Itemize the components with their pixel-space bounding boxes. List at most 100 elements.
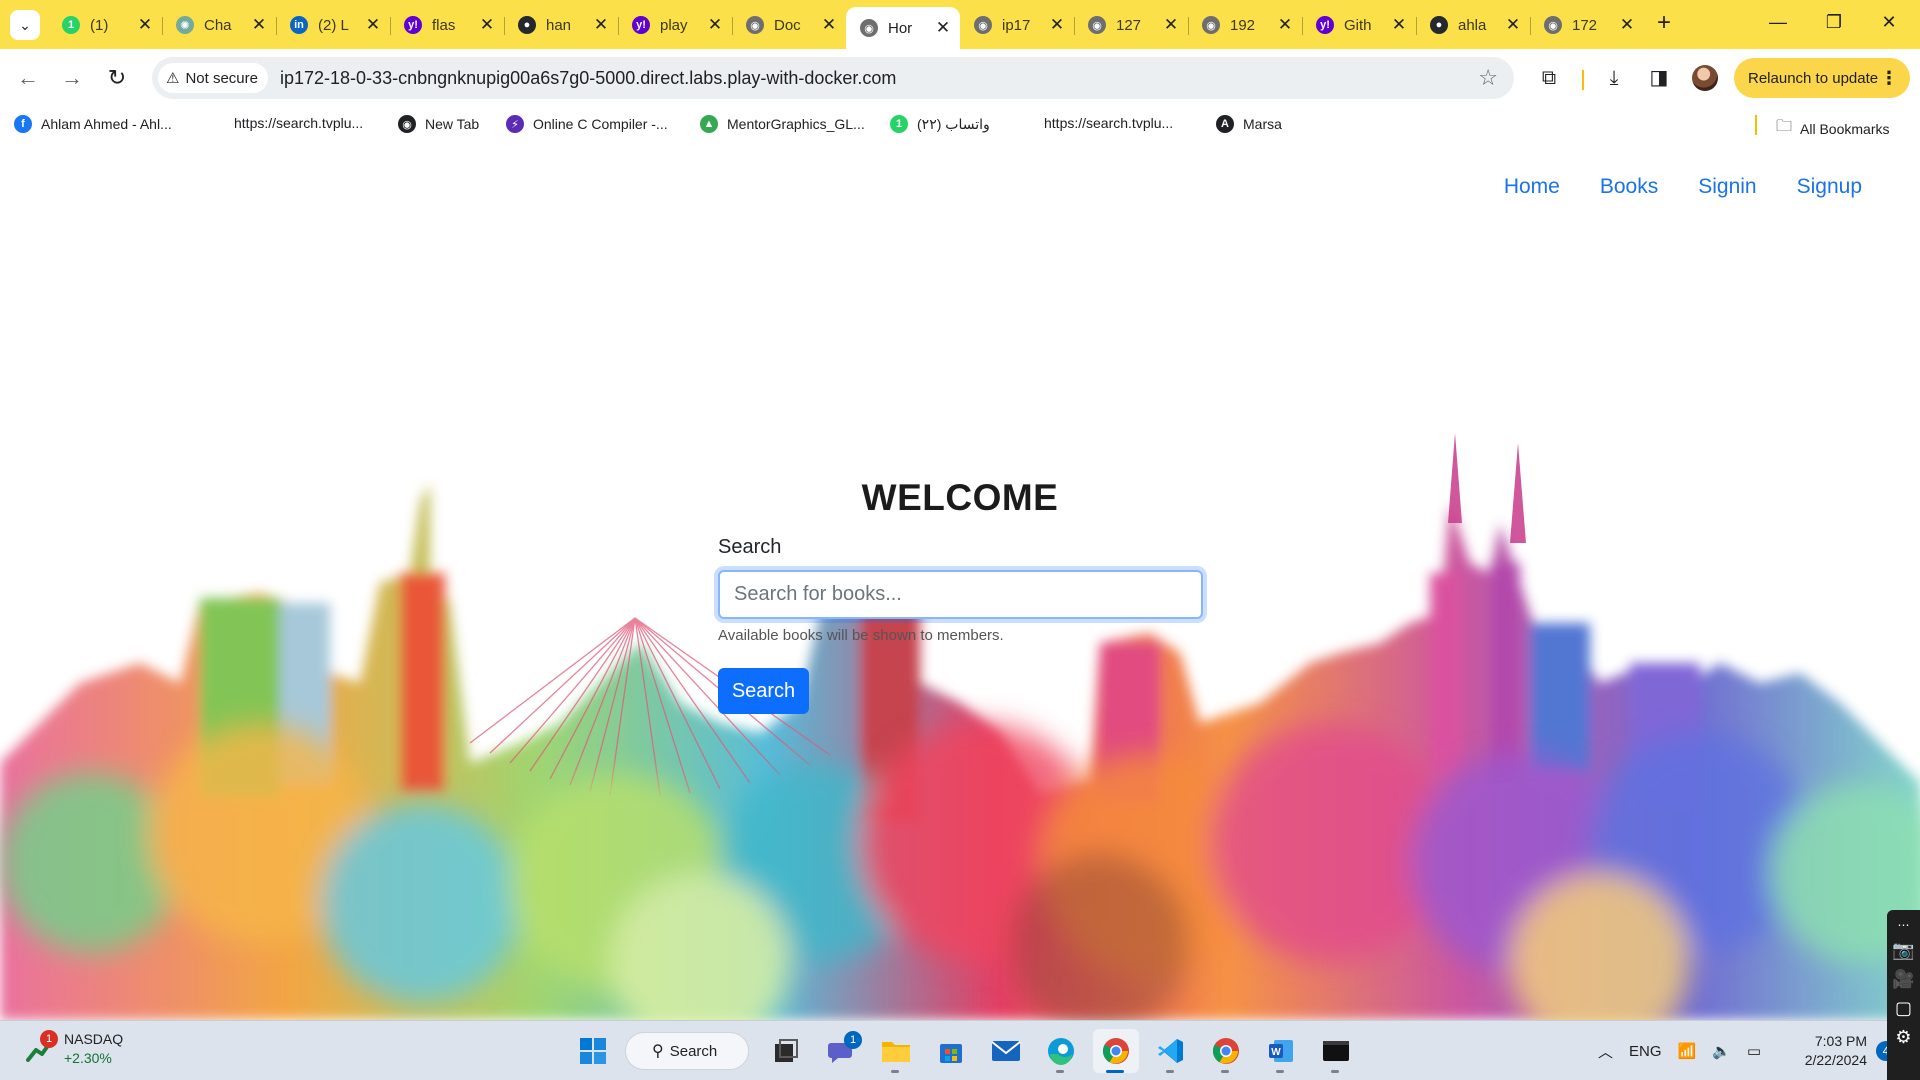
teams-chat-icon[interactable]: 1 [818,1029,864,1073]
tab-close-icon[interactable]: ✕ [592,15,610,35]
extensions-puzzle-icon[interactable]: ⧉ [1533,62,1565,94]
globe-icon: ◉ [1088,16,1106,34]
browser-tab[interactable]: in (2) L ✕ [276,7,390,43]
facebook-icon: f [14,115,32,133]
clock[interactable]: 7:03 PM 2/22/2024 [1795,1032,1867,1070]
browser-tab[interactable]: y! flas ✕ [390,7,504,43]
bookmark-item[interactable]: 1 واتساب (٢٢) [890,115,990,133]
widget-menu-icon[interactable]: ⋯ [1887,918,1920,932]
nav-link-books[interactable]: Books [1600,175,1658,199]
browser-tab[interactable]: ◉ Doc ✕ [732,7,846,43]
browser-tab[interactable]: ● ahla ✕ [1416,7,1530,43]
browser-tab[interactable]: 1 (1) ✕ [48,7,162,43]
security-chip[interactable]: ⚠ Not secure [158,63,268,93]
new-tab-plus-icon[interactable]: + [1650,10,1678,38]
tab-close-icon[interactable]: ✕ [1618,15,1636,35]
download-icon[interactable]: ⤓ [1598,62,1630,94]
bookmark-label: New Tab [425,116,480,132]
bookmark-item[interactable]: ◉ New Tab [398,115,479,133]
url-text[interactable]: ip172-18-0-33-cnbngnknupig00a6s7g0-5000.… [280,68,896,89]
browser-tab[interactable]: ◉ 172 ✕ [1530,7,1644,43]
stock-chart-icon: 1 [26,1030,58,1064]
tab-close-icon[interactable]: ✕ [706,15,724,35]
tab-close-icon[interactable]: ✕ [1048,15,1066,35]
security-label: Not secure [185,69,258,87]
bookmark-item[interactable]: A Marsa [1216,115,1282,133]
globe-icon: ◉ [1544,16,1562,34]
nav-link-signup[interactable]: Signup [1797,175,1862,199]
file-explorer-icon[interactable] [873,1029,919,1073]
browser-tab[interactable]: ◉ ip17 ✕ [960,7,1074,43]
tab-close-icon[interactable]: ✕ [478,15,496,35]
browser-tab[interactable]: y! Gith ✕ [1302,7,1416,43]
browser-tab[interactable]: ◉ 127 ✕ [1074,7,1188,43]
task-view-icon[interactable] [763,1029,809,1073]
record-icon[interactable]: 🎥 [1887,969,1920,990]
chrome-profile-icon[interactable] [1203,1029,1249,1073]
tab-close-icon[interactable]: ✕ [1504,15,1522,35]
bookmark-item[interactable]: ▲ MentorGraphics_GL... [700,115,865,133]
chrome-icon[interactable] [1093,1029,1139,1073]
battery-icon[interactable]: ▭ [1747,1042,1761,1060]
tab-list: 1 (1) ✕ ✺ Cha ✕ in (2) L ✕ y! flas ✕ ● han ✕ y! play ✕ ◉ Do… [48,7,1644,49]
word-icon[interactable]: W [1258,1029,1304,1073]
camera-icon[interactable]: 📷 [1887,940,1920,961]
tab-close-icon[interactable]: ✕ [1162,15,1180,35]
address-bar[interactable]: ⚠ Not secure ip172-18-0-33-cnbngnknupig0… [152,57,1514,99]
forward-arrow-icon[interactable]: → [56,62,88,94]
microsoft-store-icon[interactable] [928,1029,974,1073]
bookmark-star-icon[interactable]: ☆ [1478,65,1498,91]
bookmark-label: Marsa [1243,116,1282,132]
tab-close-icon[interactable]: ✕ [1390,15,1408,35]
tab-close-icon[interactable]: ✕ [820,15,838,35]
side-panel-icon[interactable]: ◨ [1643,62,1675,94]
minimize-icon[interactable]: — [1755,12,1801,33]
bookmark-item[interactable]: ⚡ Online C Compiler -... [506,115,668,133]
vscode-icon[interactable] [1148,1029,1194,1073]
tab-close-icon[interactable]: ✕ [1276,15,1294,35]
close-window-icon[interactable]: ✕ [1866,12,1912,33]
mail-icon[interactable] [983,1029,1029,1073]
settings-gear-icon[interactable]: ⚙ [1887,1027,1920,1048]
globe-icon: ◉ [974,16,992,34]
tab-close-icon[interactable]: ✕ [934,18,952,38]
wifi-icon[interactable]: 📶 [1678,1042,1697,1060]
browser-tab[interactable]: ✺ Cha ✕ [162,7,276,43]
nav-link-home[interactable]: Home [1504,175,1560,199]
bookmark-item[interactable]: https://search.tvplu... [234,115,363,131]
tab-search-chevron-icon[interactable]: ⌄ [10,10,40,40]
profile-avatar[interactable] [1692,65,1718,91]
tab-title: ahla [1458,16,1487,34]
chevron-up-icon[interactable]: ︿ [1598,1041,1613,1062]
book-search-input[interactable] [718,570,1203,619]
whatsapp-icon: 1 [62,16,80,34]
tab-close-icon[interactable]: ✕ [136,15,154,35]
language-indicator[interactable]: ENG [1629,1043,1662,1060]
edge-icon[interactable] [1038,1029,1084,1073]
tab-title: Doc [774,16,801,34]
terminal-icon[interactable] [1313,1029,1359,1073]
browser-tab[interactable]: ● han ✕ [504,7,618,43]
search-button[interactable]: Search [718,668,809,714]
browser-tab[interactable]: ◉ Hor ✕ [846,7,960,49]
relaunch-to-update-button[interactable]: Relaunch to update ⋮ [1734,58,1910,98]
window-icon[interactable]: ▢ [1887,998,1920,1019]
all-bookmarks[interactable]: 🗀 All Bookmarks [1776,115,1889,142]
back-arrow-icon[interactable]: ← [12,62,44,94]
stock-widget[interactable]: 1 NASDAQ +2.30% [26,1030,123,1068]
volume-icon[interactable]: 🔈 [1712,1042,1731,1060]
reload-icon[interactable]: ↻ [101,62,133,94]
windows-start-icon[interactable] [570,1029,616,1073]
tab-close-icon[interactable]: ✕ [364,15,382,35]
compiler-icon: ⚡ [506,115,524,133]
nav-link-signin[interactable]: Signin [1698,175,1756,199]
bookmark-label: https://search.tvplu... [234,115,364,131]
taskbar-search[interactable]: ⚲ Search [625,1032,749,1070]
bookmark-item[interactable]: https://search.tvplu... [1044,115,1173,131]
browser-tab[interactable]: ◉ 192 ✕ [1188,7,1302,43]
bookmark-item[interactable]: f Ahlam Ahmed - Ahl... [14,115,172,133]
tab-close-icon[interactable]: ✕ [250,15,268,35]
bookmark-label: https://search.tvplu... [1044,115,1174,131]
browser-tab[interactable]: y! play ✕ [618,7,732,43]
restore-icon[interactable]: ❐ [1811,12,1857,33]
